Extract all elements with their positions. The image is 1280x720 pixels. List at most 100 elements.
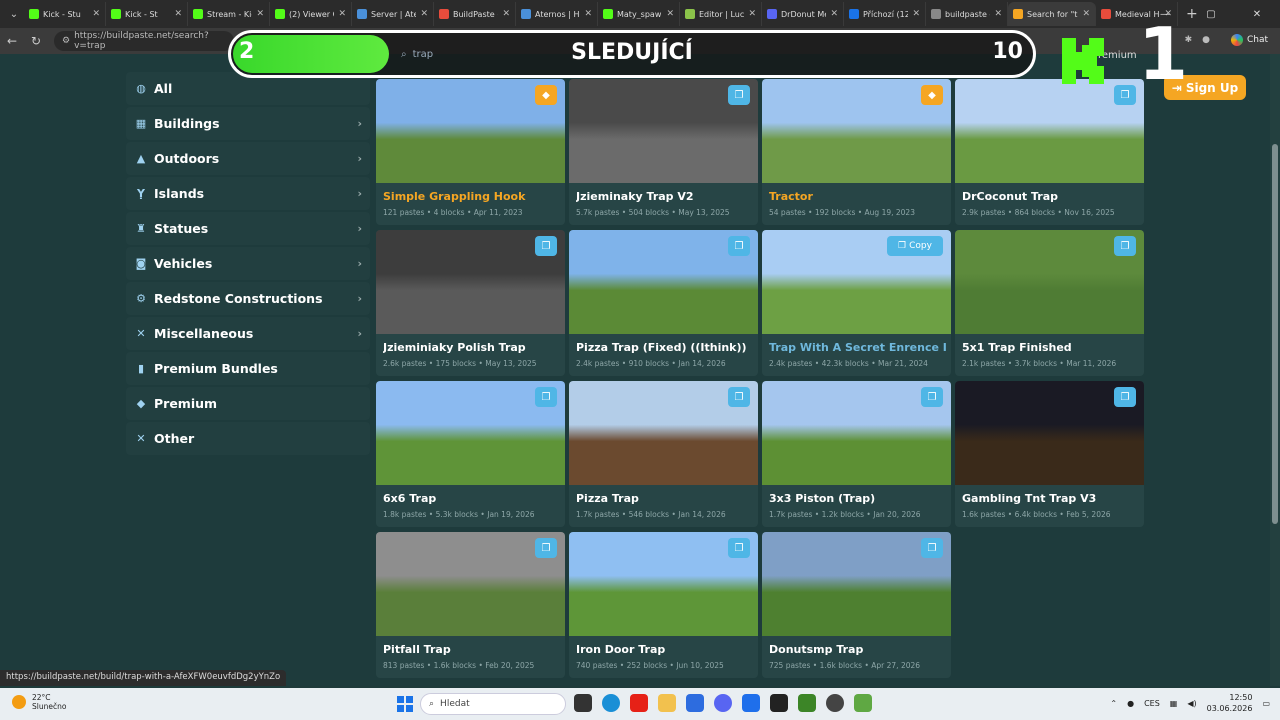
copy-icon[interactable]: ❐ [1114, 85, 1136, 105]
obs-icon[interactable] [770, 694, 788, 712]
build-card[interactable]: ❐ Jzieminiaky Polish Trap 2.6k pastes • … [376, 230, 565, 376]
build-name[interactable]: Pizza Trap [576, 492, 754, 505]
build-card[interactable]: ❐ 3x3 Piston (Trap) 1.7k pastes • 1.2k b… [762, 381, 951, 527]
build-thumbnail[interactable]: ❐ [762, 381, 951, 485]
close-window-icon[interactable]: ✕ [1234, 0, 1280, 28]
tab-close-icon[interactable]: ✕ [994, 9, 1002, 19]
build-name[interactable]: Trap With A Secret Enrence In Bottom [769, 341, 947, 354]
build-name[interactable]: 5x1 Trap Finished [962, 341, 1140, 354]
build-card[interactable]: ❐ 6x6 Trap 1.8k pastes • 5.3k blocks • J… [376, 381, 565, 527]
build-card[interactable]: ❐ Pizza Trap 1.7k pastes • 546 blocks • … [569, 381, 758, 527]
copilot-chat-button[interactable]: Chat [1230, 34, 1268, 46]
url-input[interactable]: ⚙ https://buildpaste.net/search?v=trap [54, 31, 234, 51]
browser-tab[interactable]: Kick - St ✕ [106, 2, 188, 26]
browser-tab[interactable]: Search for "t ✕ [1008, 2, 1096, 26]
sidebar-item-premium[interactable]: ◆ Premium [126, 387, 370, 420]
volume-icon[interactable]: ◀) [1187, 699, 1196, 708]
copy-button[interactable]: ❐ Copy [887, 236, 943, 256]
browser-tab[interactable]: BuildPaste (P ✕ [434, 2, 516, 26]
profile-icon[interactable]: ● [1202, 35, 1210, 45]
restore-icon[interactable]: ▢ [1188, 0, 1234, 28]
sidebar-item-vehicles[interactable]: ◙ Vehicles › [126, 247, 370, 280]
tab-close-icon[interactable]: ✕ [584, 9, 592, 19]
page-scrollbar[interactable] [1270, 54, 1280, 686]
build-card[interactable]: ❐ Jzieminaky Trap V2 5.7k pastes • 504 b… [569, 79, 758, 225]
copy-icon[interactable]: ❐ [1114, 236, 1136, 256]
tab-close-icon[interactable]: ✕ [830, 9, 838, 19]
build-thumbnail[interactable]: ◆ [762, 79, 951, 183]
sidebar-item-other[interactable]: ✕ Other [126, 422, 370, 455]
build-thumbnail[interactable]: ❐ Copy [762, 230, 951, 334]
youtube-icon[interactable] [630, 694, 648, 712]
build-thumbnail[interactable]: ❐ [955, 230, 1144, 334]
browser-tab[interactable]: Editor | Luckt✕ [680, 2, 762, 26]
build-card[interactable]: ❐ Pitfall Trap 813 pastes • 1.6k blocks … [376, 532, 565, 678]
copy-icon[interactable]: ❐ [728, 85, 750, 105]
build-card[interactable]: ❐Copy Trap With A Secret Enrence In Bott… [762, 230, 951, 376]
tab-close-icon[interactable]: ✕ [912, 9, 920, 19]
build-card[interactable]: ❐ 5x1 Trap Finished 2.1k pastes • 3.7k b… [955, 230, 1144, 376]
tab-close-icon[interactable]: ✕ [748, 9, 756, 19]
build-name[interactable]: Pitfall Trap [383, 643, 561, 656]
file-explorer-icon[interactable] [658, 694, 676, 712]
browser-tab[interactable]: buildpaste - ✕ [926, 2, 1008, 26]
app-icon[interactable] [742, 694, 760, 712]
build-card[interactable]: ◆ Tractor 54 pastes • 192 blocks • Aug 1… [762, 79, 951, 225]
build-card[interactable]: ❐ Donutsmp Trap 725 pastes • 1.6k blocks… [762, 532, 951, 678]
build-name[interactable]: 3x3 Piston (Trap) [769, 492, 947, 505]
tab-close-icon[interactable]: ✕ [1082, 9, 1090, 19]
tab-close-icon[interactable]: ✕ [174, 9, 182, 19]
build-thumbnail[interactable]: ❐ [376, 230, 565, 334]
build-name[interactable]: Tractor [769, 190, 947, 203]
sidebar-item-statues[interactable]: ♜ Statues › [126, 212, 370, 245]
build-thumbnail[interactable]: ❐ [569, 381, 758, 485]
build-name[interactable]: Iron Door Trap [576, 643, 754, 656]
build-thumbnail[interactable]: ❐ [569, 532, 758, 636]
copy-icon[interactable]: ❐ [728, 538, 750, 558]
reload-icon[interactable]: ↻ [24, 34, 48, 48]
tab-close-icon[interactable]: ✕ [338, 9, 346, 19]
sidebar-item-premium-bundles[interactable]: ▮ Premium Bundles [126, 352, 370, 385]
browser-tab[interactable]: DrDonut Me ✕ [762, 2, 844, 26]
browser-tab[interactable]: (2) Viewer Co ✕ [270, 2, 352, 26]
copy-icon[interactable]: ❐ [728, 387, 750, 407]
build-name[interactable]: Jzieminiaky Polish Trap [383, 341, 561, 354]
site-info-icon[interactable]: ⚙ [62, 36, 70, 46]
notification-icon[interactable]: ▭ [1262, 699, 1270, 708]
taskbar-search[interactable]: ⌕ Hledat [420, 693, 566, 715]
build-thumbnail[interactable]: ❐ [376, 381, 565, 485]
minecraft-icon[interactable] [798, 694, 816, 712]
build-thumbnail[interactable]: ❐ [762, 532, 951, 636]
build-thumbnail[interactable]: ❐ [955, 381, 1144, 485]
sidebar-item-islands[interactable]: Ỵ Islands › [126, 177, 370, 210]
copy-icon[interactable]: ❐ [728, 236, 750, 256]
build-thumbnail[interactable]: ❐ [955, 79, 1144, 183]
weather-widget[interactable]: 22°C Slunečno [12, 693, 66, 711]
windows-start-icon[interactable] [397, 696, 413, 712]
discord-icon[interactable] [714, 694, 732, 712]
copy-icon[interactable]: ❐ [535, 236, 557, 256]
edge-icon[interactable] [602, 694, 620, 712]
build-name[interactable]: Donutsmp Trap [769, 643, 947, 656]
browser-tab[interactable]: Příchozí (125 ✕ [844, 2, 926, 26]
browser-tab[interactable]: Aternos | He ✕ [516, 2, 598, 26]
sidebar-item-buildings[interactable]: ▦ Buildings › [126, 107, 370, 140]
task-view-icon[interactable] [574, 694, 592, 712]
tab-close-icon[interactable]: ✕ [256, 9, 264, 19]
browser-tab[interactable]: Server | Atern ✕ [352, 2, 434, 26]
mic-icon[interactable]: ● [1127, 699, 1134, 708]
build-card[interactable]: ◆ Simple Grappling Hook 121 pastes • 4 b… [376, 79, 565, 225]
sidebar-item-miscellaneous[interactable]: ✕ Miscellaneous › [126, 317, 370, 350]
copy-icon[interactable]: ❐ [1114, 387, 1136, 407]
build-name[interactable]: Pizza Trap (Fixed) ((Ithink)) [576, 341, 754, 354]
build-name[interactable]: DrCoconut Trap [962, 190, 1140, 203]
build-card[interactable]: ❐ Gambling Tnt Trap V3 1.6k pastes • 6.4… [955, 381, 1144, 527]
network-icon[interactable]: ▦ [1170, 699, 1178, 708]
build-thumbnail[interactable]: ◆ [376, 79, 565, 183]
copy-icon[interactable]: ❐ [921, 387, 943, 407]
build-name[interactable]: Jzieminaky Trap V2 [576, 190, 754, 203]
sidebar-item-outdoors[interactable]: ▲ Outdoors › [126, 142, 370, 175]
back-icon[interactable]: ← [0, 34, 24, 48]
build-name[interactable]: Gambling Tnt Trap V3 [962, 492, 1140, 505]
tray-chevron-icon[interactable]: ⌃ [1110, 699, 1117, 708]
